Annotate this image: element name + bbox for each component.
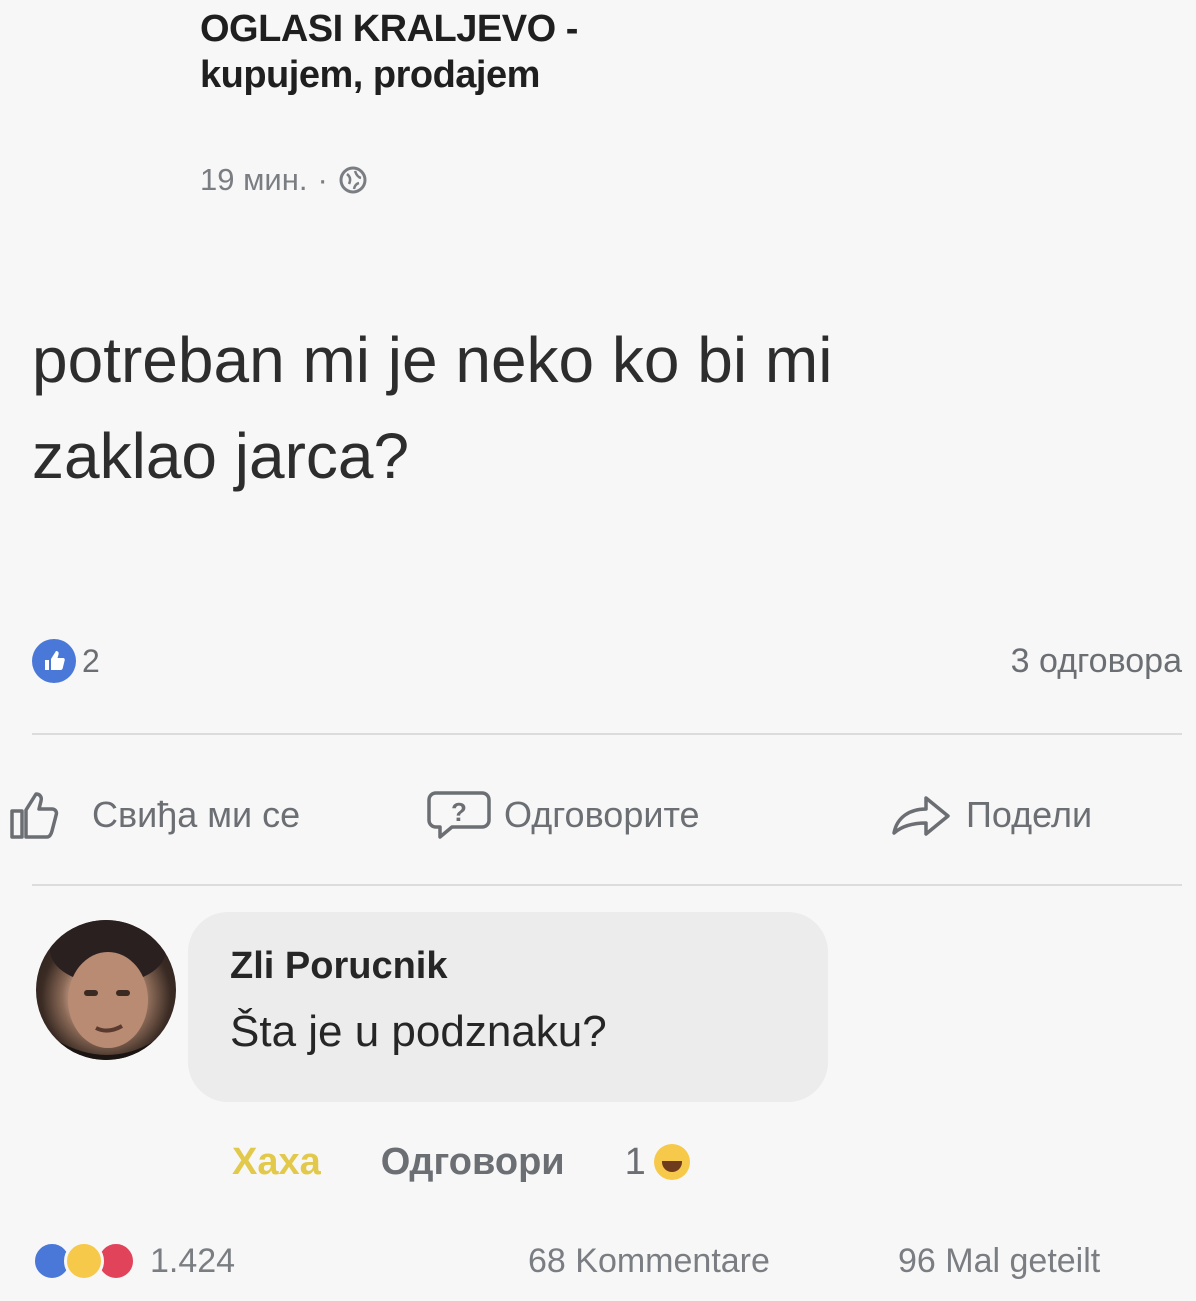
like-summary[interactable]: 2 bbox=[32, 639, 100, 683]
divider-top bbox=[32, 733, 1182, 735]
haha-reaction-icon bbox=[64, 1241, 104, 1281]
like-button[interactable]: Свиђа ми се bbox=[8, 789, 300, 841]
comment-reaction-summary[interactable]: 1 bbox=[625, 1141, 690, 1184]
comment-actions: Хаха Одговори 1 bbox=[232, 1132, 690, 1192]
like-button-label: Свиђа ми се bbox=[92, 794, 301, 835]
meta-separator: · bbox=[317, 162, 328, 197]
comments-count[interactable]: 68 Kommentare bbox=[528, 1242, 770, 1281]
thumbs-up-icon bbox=[10, 792, 59, 839]
reply-link[interactable]: Одговори bbox=[381, 1141, 565, 1184]
post-actions: Свиђа ми се ? Одговорите Подели bbox=[8, 780, 1188, 850]
shares-count[interactable]: 96 Mal geteilt bbox=[898, 1242, 1100, 1281]
question-bubble-icon: ? bbox=[427, 791, 491, 839]
like-badge-icon bbox=[32, 639, 76, 683]
reaction-icons[interactable] bbox=[32, 1241, 136, 1281]
group-title-line2: kupujem, prodajem bbox=[200, 54, 540, 96]
post-text-line2: zaklao jarca? bbox=[32, 420, 410, 492]
post-body: potreban mi je neko ko bi mi zaklao jarc… bbox=[32, 312, 1182, 504]
avatar-portrait-icon bbox=[36, 920, 176, 1060]
answer-button[interactable]: ? Одговорите bbox=[426, 789, 700, 841]
globe-icon bbox=[339, 166, 367, 194]
comment-author[interactable]: Zli Porucnik bbox=[230, 936, 786, 996]
group-title-line1: OGLASI KRALJEVO - bbox=[200, 8, 578, 50]
post-meta: 19 мин. · bbox=[200, 162, 368, 198]
comment-text: Šta je u podznaku? bbox=[230, 1007, 607, 1056]
reactions-total[interactable]: 1.424 bbox=[150, 1242, 235, 1281]
answer-button-label: Одговорите bbox=[504, 794, 700, 835]
comment: Zli Porucnik Šta je u podznaku? bbox=[36, 912, 936, 1112]
post-footer: 1.424 68 Kommentare 96 Mal geteilt bbox=[32, 1236, 1182, 1286]
haha-reaction-link[interactable]: Хаха bbox=[232, 1141, 321, 1184]
group-title[interactable]: OGLASI KRALJEVO - kupujem, prodajem bbox=[200, 6, 900, 98]
share-button[interactable]: Подели bbox=[888, 789, 1092, 841]
divider-bottom bbox=[32, 884, 1182, 886]
svg-text:?: ? bbox=[451, 797, 467, 827]
replies-count[interactable]: 3 одговора bbox=[1011, 642, 1182, 681]
avatar[interactable] bbox=[36, 920, 176, 1060]
post-time[interactable]: 19 мин. bbox=[200, 162, 307, 198]
haha-emoji-icon bbox=[653, 1144, 690, 1180]
comment-bubble: Zli Porucnik Šta je u podznaku? bbox=[188, 912, 828, 1102]
reactions-summary: 2 3 одговора bbox=[32, 636, 1182, 686]
comment-reaction-count: 1 bbox=[624, 1140, 646, 1183]
share-button-label: Подели bbox=[966, 794, 1093, 835]
share-arrow-icon bbox=[892, 796, 950, 836]
like-count: 2 bbox=[82, 642, 100, 679]
post-text-line1: potreban mi je neko ko bi mi bbox=[32, 324, 833, 396]
